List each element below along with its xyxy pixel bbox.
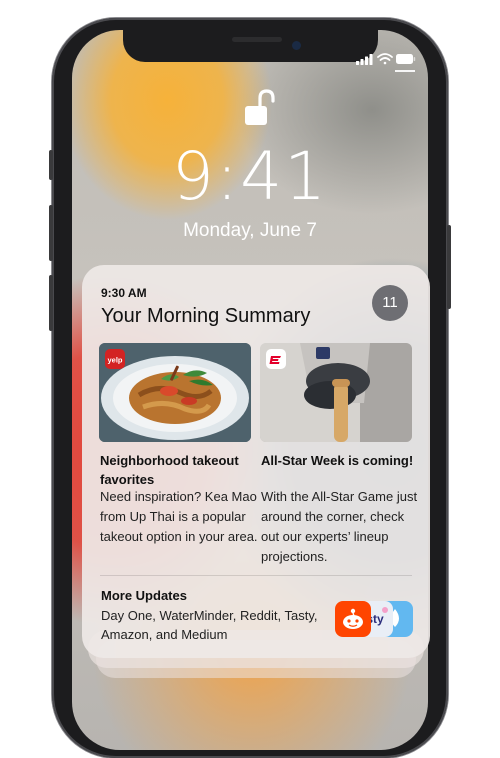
more-updates-title: More Updates (101, 588, 187, 603)
svg-text:yelp: yelp (107, 356, 122, 365)
front-camera (292, 41, 301, 50)
story-thumbnail-baseball[interactable] (260, 343, 412, 442)
story-headline: Neighborhood takeout favorites (100, 453, 239, 487)
lock-screen-time: 9:41 (171, 138, 329, 215)
lock-screen-date: Monday, June 7 (183, 220, 317, 241)
speaker-grille (232, 37, 282, 42)
yelp-icon: yelp (105, 349, 125, 369)
cellular-signal-icon (356, 54, 373, 65)
notification-summary-card[interactable]: 9:30 AM Your Morning Summary 11 yelp Nei… (82, 265, 430, 658)
wifi-icon (377, 53, 393, 65)
status-underline (395, 70, 415, 72)
side-button (447, 225, 451, 309)
notch (123, 30, 378, 62)
story-body: Need inspiration? Kea Mao from Up Thai i… (100, 489, 258, 544)
more-updates-app-icons[interactable]: sty (335, 601, 413, 637)
reddit-icon (335, 601, 371, 637)
unlocked-padlock-icon (245, 89, 275, 125)
mute-switch (49, 150, 53, 180)
espn-icon (266, 349, 286, 369)
divider (100, 575, 412, 576)
status-bar-icons (356, 53, 416, 65)
story-body: With the All-Star Game just around the c… (261, 489, 418, 564)
battery-icon (396, 54, 416, 64)
more-updates-apps: Day One, WaterMinder, Reddit, Tasty, Ama… (101, 608, 318, 642)
notification-count-badge[interactable]: 11 (372, 285, 408, 321)
story-thumbnail-food[interactable]: yelp (99, 343, 251, 442)
volume-down-button (49, 275, 53, 331)
summary-title: Your Morning Summary (101, 305, 311, 327)
summary-time: 9:30 AM (101, 286, 147, 300)
story-headline: All-Star Week is coming! (261, 453, 414, 468)
volume-up-button (49, 205, 53, 261)
